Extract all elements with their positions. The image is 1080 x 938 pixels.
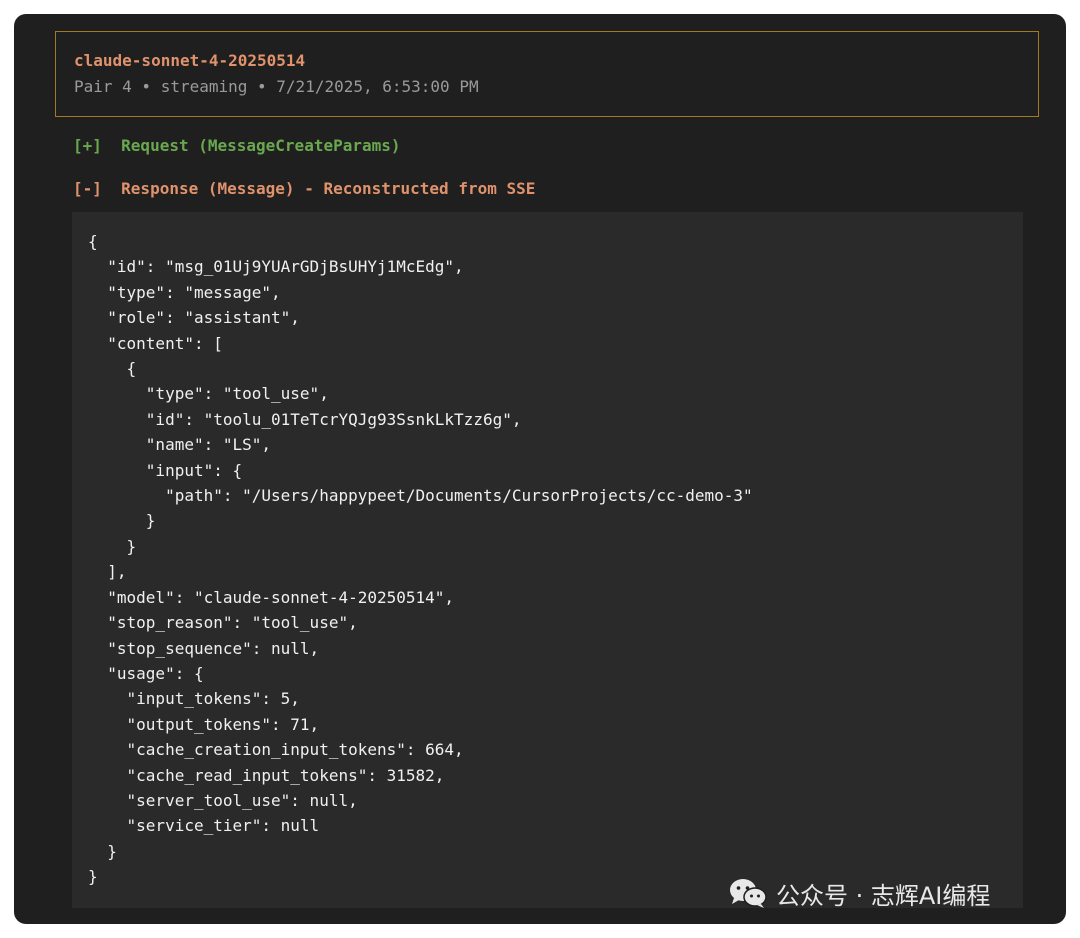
log-viewer-window: claude-sonnet-4-20250514 Pair 4 • stream… — [14, 14, 1066, 924]
wechat-icon — [728, 877, 768, 909]
model-name: claude-sonnet-4-20250514 — [74, 51, 306, 70]
response-code-panel: { "id": "msg_01Uj9YUArGDjBsUHYj1McEdg", … — [72, 212, 1023, 908]
pair-meta: Pair 4 • streaming • 7/21/2025, 6:53:00 … — [74, 77, 479, 96]
pair-header: claude-sonnet-4-20250514 Pair 4 • stream… — [55, 31, 1039, 117]
request-toggle[interactable]: [+] Request (MessageCreateParams) — [73, 136, 401, 155]
watermark-text: 公众号 · 志辉AI编程 — [776, 881, 991, 910]
response-json: { "id": "msg_01Uj9YUArGDjBsUHYj1McEdg", … — [88, 232, 753, 887]
response-toggle[interactable]: [-] Response (Message) - Reconstructed f… — [73, 179, 535, 198]
watermark: 公众号 · 志辉AI编程 — [728, 876, 990, 910]
